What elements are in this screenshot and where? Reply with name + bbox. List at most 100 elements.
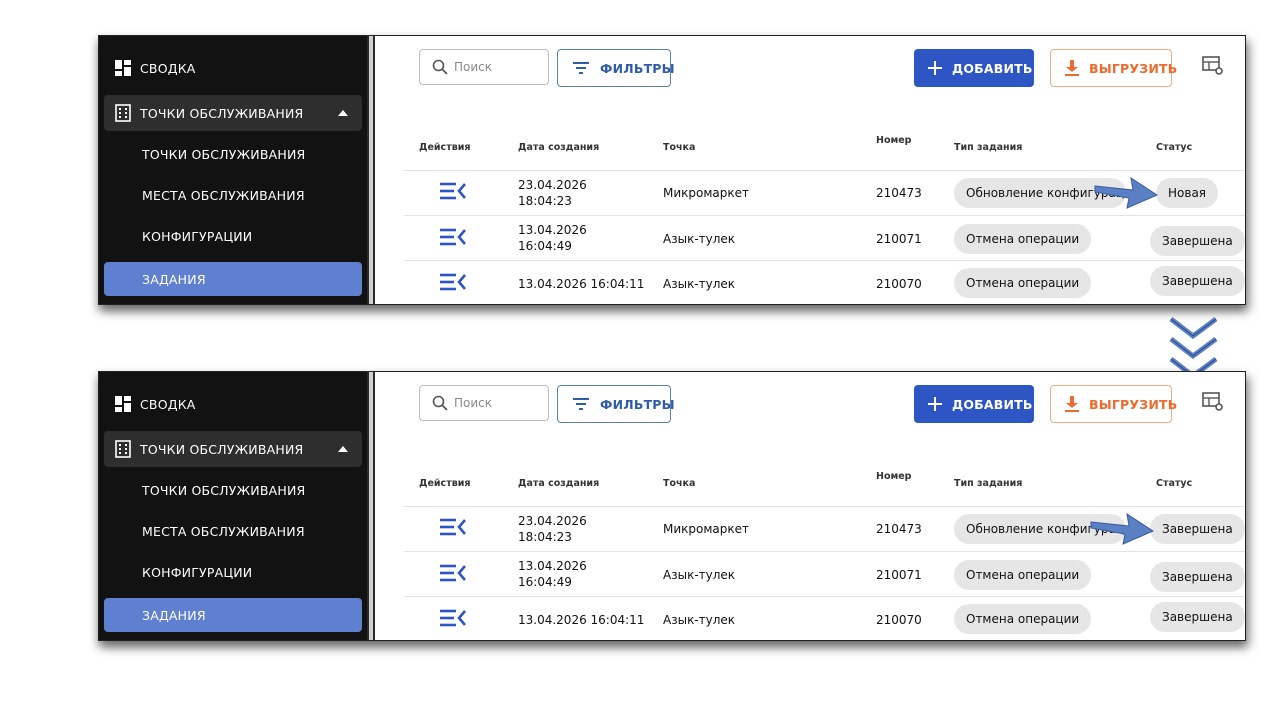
status-badge: Новая xyxy=(1156,178,1219,208)
sidebar-group-service-points[interactable]: ТОЧКИ ОБСЛУЖИВАНИЯ xyxy=(104,95,362,131)
sidebar-item-tasks[interactable]: ЗАДАНИЯ xyxy=(104,598,362,632)
cell-date: 13.04.2026 16:04:49 xyxy=(518,223,587,253)
sidebar-group-label: ТОЧКИ ОБСЛУЖИВАНИЯ xyxy=(140,105,304,121)
sidebar-item-configurations[interactable]: КОНФИГУРАЦИИ xyxy=(104,218,362,254)
actions-menu-icon[interactable] xyxy=(440,273,466,295)
sidebar-item-label: СВОДКА xyxy=(140,396,196,412)
row-divider xyxy=(404,596,1245,597)
export-button[interactable]: ВЫГРУЗИТЬ xyxy=(1050,385,1177,423)
building-icon xyxy=(114,104,132,122)
column-header-task-type[interactable]: Тип задания xyxy=(954,478,1022,489)
screenshot-before: СВОДКА ТОЧКИ ОБСЛУЖИВАНИЯ ТОЧКИ ОБСЛУЖИВ… xyxy=(98,35,1246,305)
cell-date: 13.04.2026 16:04:49 xyxy=(518,559,587,589)
filters-label: ФИЛЬТРЫ xyxy=(600,396,675,412)
filters-button[interactable]: ФИЛЬТРЫ xyxy=(557,385,675,423)
cell-point: Микромаркет xyxy=(663,186,750,200)
column-header-point[interactable]: Точка xyxy=(663,478,695,489)
sidebar-group-service-points[interactable]: ТОЧКИ ОБСЛУЖИВАНИЯ xyxy=(104,431,362,467)
actions-menu-icon[interactable] xyxy=(440,228,466,250)
sidebar-item-label: СВОДКА xyxy=(140,60,196,76)
search-icon xyxy=(432,395,448,411)
search-input[interactable]: Поиск xyxy=(419,49,549,85)
table-settings-icon[interactable] xyxy=(1202,392,1224,416)
collapse-caret-icon[interactable] xyxy=(338,110,348,116)
search-icon xyxy=(432,59,448,75)
add-label: ДОБАВИТЬ xyxy=(952,396,1033,412)
sidebar-item-label: КОНФИГУРАЦИИ xyxy=(142,564,253,580)
cell-number: 210070 xyxy=(876,613,922,627)
collapse-caret-icon[interactable] xyxy=(338,446,348,452)
sidebar-item-label: МЕСТА ОБСЛУЖИВАНИЯ xyxy=(142,523,305,539)
screenshot-after: СВОДКА ТОЧКИ ОБСЛУЖИВАНИЯ ТОЧКИ ОБСЛУЖИВ… xyxy=(98,371,1246,641)
cell-date: 23.04.2026 18:04:23 xyxy=(518,514,587,544)
sidebar: СВОДКА ТОЧКИ ОБСЛУЖИВАНИЯ ТОЧКИ ОБСЛУЖИВ… xyxy=(99,372,367,640)
filters-label: ФИЛЬТРЫ xyxy=(600,60,675,76)
cell-number: 210071 xyxy=(876,232,922,246)
status-badge: Завершена xyxy=(1150,266,1245,296)
column-header-created[interactable]: Дата создания xyxy=(518,478,599,489)
sidebar-resize-handle[interactable] xyxy=(367,36,375,304)
plus-icon xyxy=(928,397,942,411)
search-placeholder: Поиск xyxy=(454,60,493,74)
sidebar-group-label: ТОЧКИ ОБСЛУЖИВАНИЯ xyxy=(140,441,304,457)
search-placeholder: Поиск xyxy=(454,396,493,410)
dashboard-icon xyxy=(114,59,132,77)
cell-point: Азык-тулек xyxy=(663,568,736,582)
download-icon xyxy=(1065,60,1079,76)
row-divider xyxy=(404,170,1245,171)
column-header-status[interactable]: Статус xyxy=(1156,478,1192,489)
actions-menu-icon[interactable] xyxy=(440,182,466,204)
sidebar-item-label: ЗАДАНИЯ xyxy=(142,607,206,623)
column-header-number[interactable]: Номер xyxy=(876,135,912,146)
column-header-point[interactable]: Точка xyxy=(663,142,695,153)
sidebar-item-service-places[interactable]: МЕСТА ОБСЛУЖИВАНИЯ xyxy=(104,513,362,549)
row-divider xyxy=(404,215,1245,216)
add-label: ДОБАВИТЬ xyxy=(952,60,1033,76)
sidebar-item-service-points[interactable]: ТОЧКИ ОБСЛУЖИВАНИЯ xyxy=(104,136,362,172)
add-button[interactable]: ДОБАВИТЬ xyxy=(914,49,1034,87)
sidebar-item-label: МЕСТА ОБСЛУЖИВАНИЯ xyxy=(142,187,305,203)
actions-menu-icon[interactable] xyxy=(440,564,466,586)
task-type-badge: Отмена операции xyxy=(954,268,1092,298)
sidebar-item-label: ТОЧКИ ОБСЛУЖИВАНИЯ xyxy=(142,482,306,498)
cell-number: 210071 xyxy=(876,568,922,582)
add-button[interactable]: ДОБАВИТЬ xyxy=(914,385,1034,423)
task-type-badge: Отмена операции xyxy=(954,224,1092,254)
actions-menu-icon[interactable] xyxy=(440,518,466,540)
dashboard-icon xyxy=(114,395,132,413)
sidebar-resize-handle[interactable] xyxy=(367,372,375,640)
column-header-number[interactable]: Номер xyxy=(876,471,912,482)
cell-date: 23.04.2026 18:04:23 xyxy=(518,178,587,208)
sidebar-item-service-places[interactable]: МЕСТА ОБСЛУЖИВАНИЯ xyxy=(104,177,362,213)
status-badge: Завершена xyxy=(1150,226,1245,256)
cell-point: Микромаркет xyxy=(663,522,750,536)
cell-point: Азык-тулек xyxy=(663,277,736,291)
status-badge: Завершена xyxy=(1150,562,1245,592)
filter-icon xyxy=(572,61,590,75)
sidebar-item-tasks[interactable]: ЗАДАНИЯ xyxy=(104,262,362,296)
cell-number: 210070 xyxy=(876,277,922,291)
sidebar-item-label: ТОЧКИ ОБСЛУЖИВАНИЯ xyxy=(142,146,306,162)
actions-menu-icon[interactable] xyxy=(440,609,466,631)
sidebar-item-summary[interactable]: СВОДКА xyxy=(104,386,362,422)
cell-point: Азык-тулек xyxy=(663,613,736,627)
task-type-badge: Отмена операции xyxy=(954,604,1092,634)
column-header-actions: Действия xyxy=(419,142,471,153)
row-divider xyxy=(404,260,1245,261)
sidebar-item-summary[interactable]: СВОДКА xyxy=(104,50,362,86)
row-divider xyxy=(404,506,1245,507)
table-settings-icon[interactable] xyxy=(1202,56,1224,80)
sidebar-item-configurations[interactable]: КОНФИГУРАЦИИ xyxy=(104,554,362,590)
column-header-created[interactable]: Дата создания xyxy=(518,142,599,153)
cell-number: 210473 xyxy=(876,186,922,200)
download-icon xyxy=(1065,396,1079,412)
sidebar-item-service-points[interactable]: ТОЧКИ ОБСЛУЖИВАНИЯ xyxy=(104,472,362,508)
filters-button[interactable]: ФИЛЬТРЫ xyxy=(557,49,675,87)
sidebar: СВОДКА ТОЧКИ ОБСЛУЖИВАНИЯ ТОЧКИ ОБСЛУЖИВ… xyxy=(99,36,367,304)
column-header-task-type[interactable]: Тип задания xyxy=(954,142,1022,153)
export-button[interactable]: ВЫГРУЗИТЬ xyxy=(1050,49,1177,87)
export-label: ВЫГРУЗИТЬ xyxy=(1089,396,1178,412)
search-input[interactable]: Поиск xyxy=(419,385,549,421)
building-icon xyxy=(114,440,132,458)
column-header-status[interactable]: Статус xyxy=(1156,142,1192,153)
